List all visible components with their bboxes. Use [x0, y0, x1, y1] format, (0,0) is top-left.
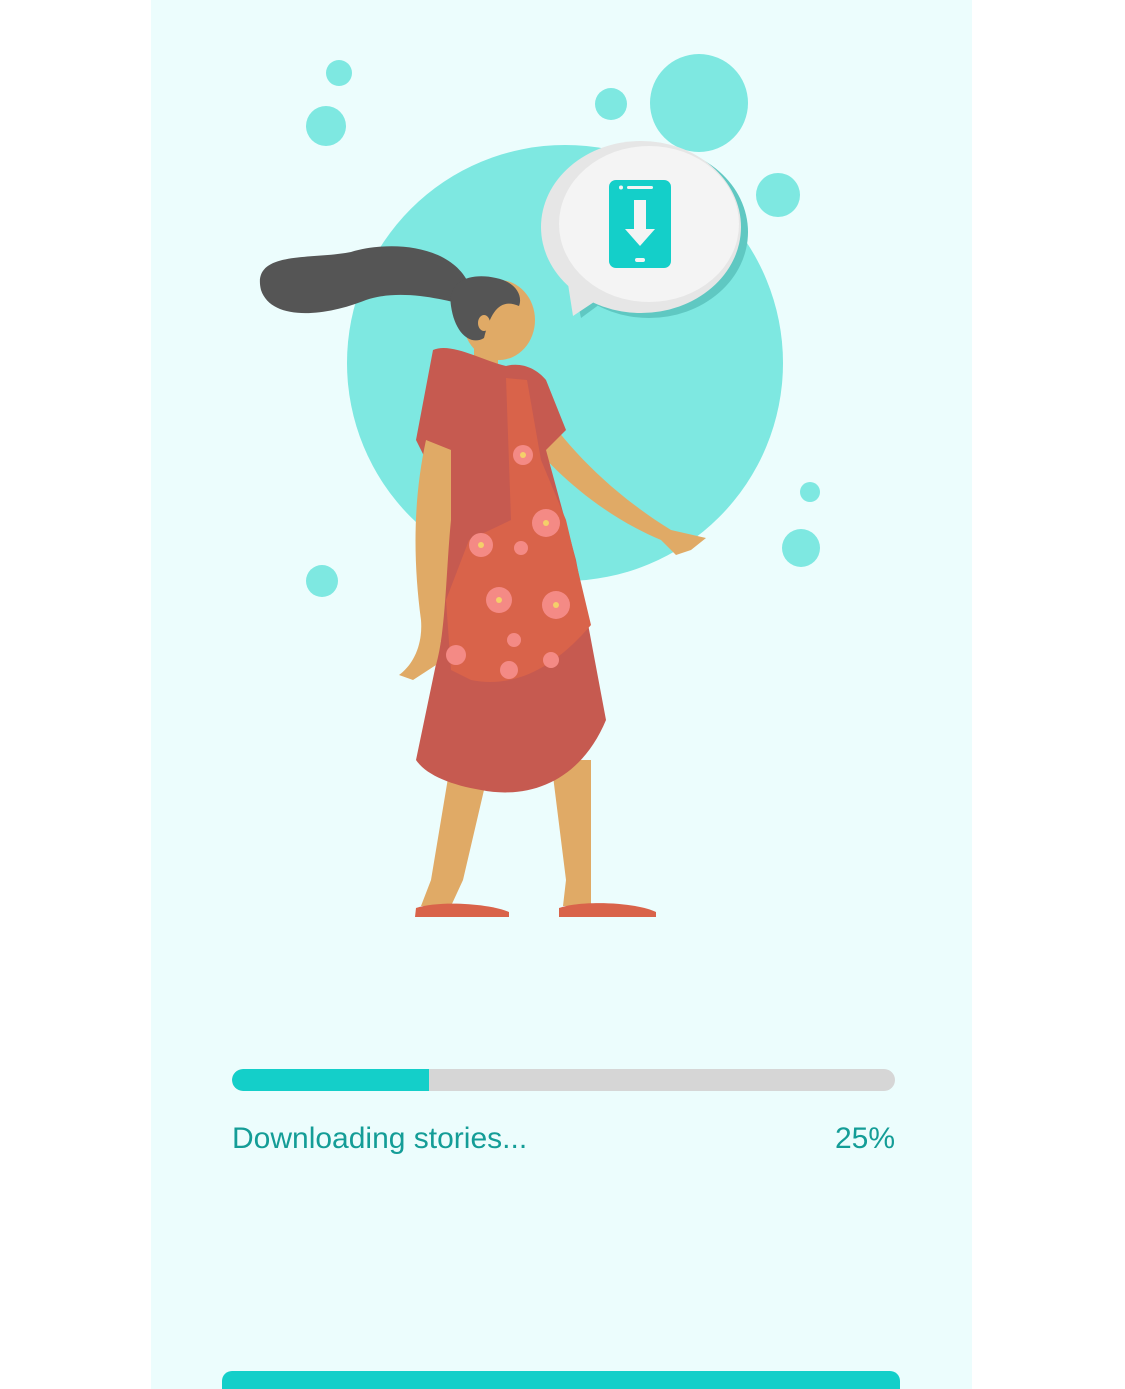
bottom-action-button[interactable]	[222, 1371, 900, 1389]
app-screen: Downloading stories... 25%	[151, 0, 972, 1389]
download-status-label: Downloading stories...	[232, 1122, 528, 1155]
download-percent-label: 25%	[834, 1122, 895, 1155]
download-status-row: Downloading stories... 25%	[232, 1122, 895, 1156]
phone-download-icon	[609, 180, 671, 268]
download-progress-fill	[232, 1069, 429, 1091]
download-progress-bar	[232, 1069, 895, 1091]
downloading-illustration	[259, 54, 820, 917]
